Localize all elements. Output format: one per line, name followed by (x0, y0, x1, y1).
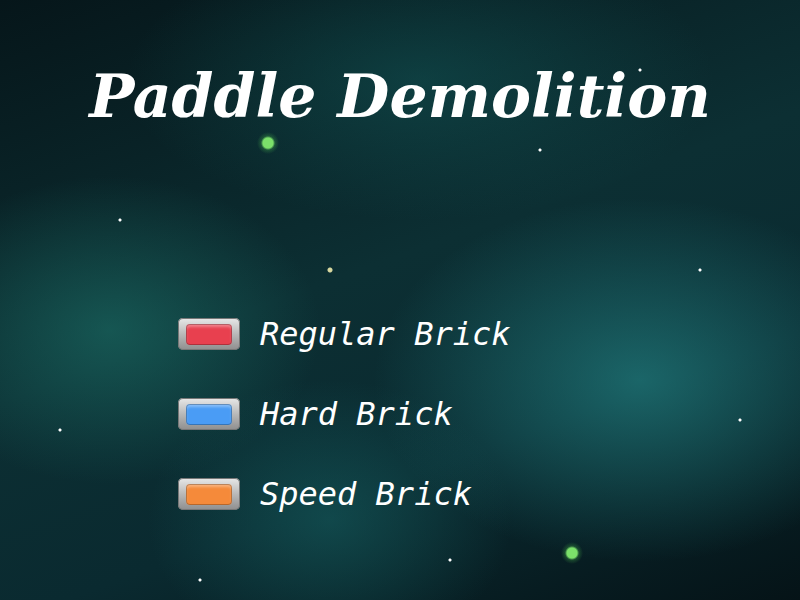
legend-item: Regular Brick (178, 314, 800, 354)
brick-icon (178, 318, 240, 350)
brick-icon (178, 398, 240, 430)
legend-item: Speed Brick (178, 474, 800, 514)
title-screen: Paddle Demolition Regular Brick Hard Brick… (0, 0, 800, 514)
brick-color-icon (186, 404, 232, 425)
legend-label: Hard Brick (260, 395, 453, 433)
legend-label: Regular Brick (260, 315, 510, 353)
legend-item: Hard Brick (178, 394, 800, 434)
game-title: Paddle Demolition (0, 0, 800, 132)
brick-icon (178, 478, 240, 510)
brick-color-icon (186, 324, 232, 345)
brick-color-icon (186, 484, 232, 505)
brick-legend: Regular Brick Hard Brick Speed Brick (0, 314, 800, 514)
legend-label: Speed Brick (260, 475, 472, 513)
